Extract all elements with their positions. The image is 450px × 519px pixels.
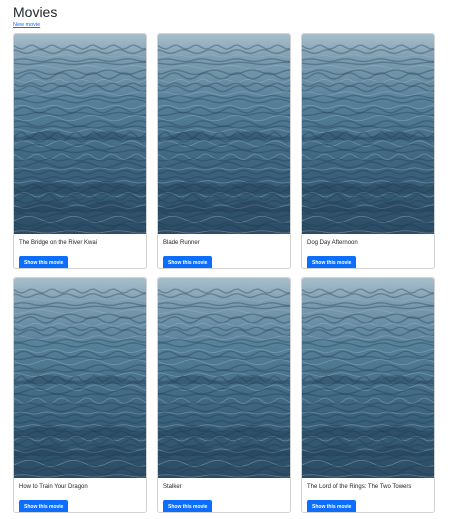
movie-title: Blade Runner — [163, 240, 200, 246]
card-body: Dog Day Afternoon Show this movie — [302, 234, 434, 268]
movie-card: How to Train Your Dragon Show this movie — [13, 277, 147, 513]
movie-title: The Lord of the Rings: The Two Towers — [307, 484, 412, 490]
ocean-water-image — [158, 278, 290, 478]
card-body: The Bridge on the River Kwai Show this m… — [14, 234, 146, 268]
movie-card: The Lord of the Rings: The Two Towers Sh… — [301, 277, 435, 513]
ocean-water-image — [14, 278, 146, 478]
new-movie-link[interactable]: New movie — [13, 22, 40, 28]
movie-title: Stalker — [163, 484, 182, 490]
ocean-water-image — [14, 34, 146, 234]
show-movie-button[interactable]: Show this movie — [307, 256, 357, 268]
ocean-water-image — [302, 278, 434, 478]
show-movie-button[interactable]: Show this movie — [19, 500, 69, 512]
movie-card: The Bridge on the River Kwai Show this m… — [13, 33, 147, 269]
card-body: The Lord of the Rings: The Two Towers Sh… — [302, 478, 434, 512]
movie-title: Dog Day Afternoon — [307, 240, 358, 246]
movie-title: The Bridge on the River Kwai — [19, 240, 98, 246]
card-body: Blade Runner Show this movie — [158, 234, 290, 268]
movie-card: Blade Runner Show this movie — [157, 33, 291, 269]
ocean-water-image — [158, 34, 290, 234]
show-movie-button[interactable]: Show this movie — [307, 500, 357, 512]
show-movie-button[interactable]: Show this movie — [19, 256, 69, 268]
movie-card: Stalker Show this movie — [157, 277, 291, 513]
show-movie-button[interactable]: Show this movie — [163, 256, 213, 268]
card-body: How to Train Your Dragon Show this movie — [14, 478, 146, 512]
card-body: Stalker Show this movie — [158, 478, 290, 512]
movie-title: How to Train Your Dragon — [19, 484, 88, 490]
show-movie-button[interactable]: Show this movie — [163, 500, 213, 512]
movie-card: Dog Day Afternoon Show this movie — [301, 33, 435, 269]
ocean-water-image — [302, 34, 434, 234]
page-title: Movies — [13, 4, 58, 20]
movie-grid: The Bridge on the River Kwai Show this m… — [13, 33, 436, 513]
